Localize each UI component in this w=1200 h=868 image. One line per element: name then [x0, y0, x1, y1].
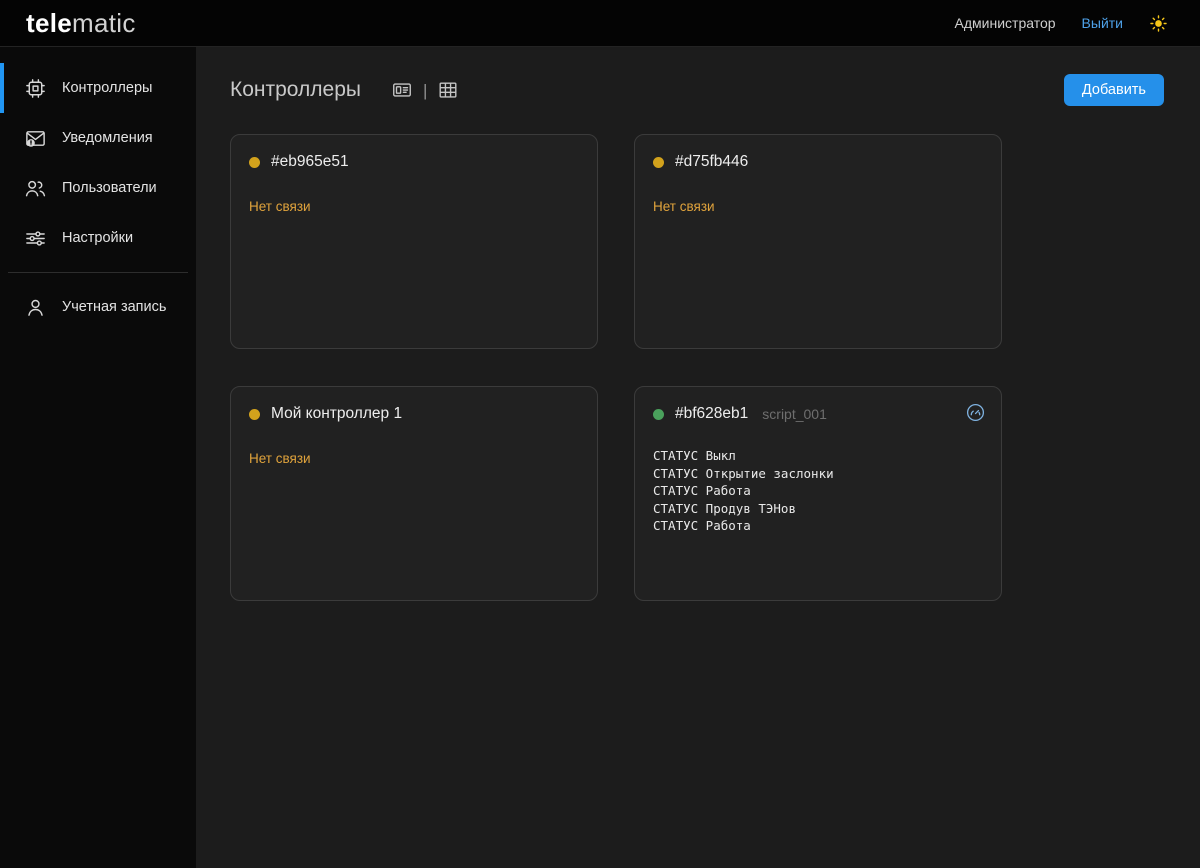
- status-dot: [653, 157, 664, 168]
- page-title: Контроллеры: [230, 78, 361, 102]
- topbar-right: Администратор Выйти: [955, 14, 1200, 33]
- logo-text-bold: tele: [26, 8, 72, 38]
- sidebar-item-users[interactable]: Пользователи: [0, 163, 196, 213]
- theme-toggle-sun-icon[interactable]: [1149, 14, 1168, 33]
- controller-card[interactable]: #eb965e51 Нет связи: [230, 134, 598, 349]
- table-view-icon[interactable]: [437, 79, 459, 101]
- card-header: #eb965e51: [249, 153, 579, 171]
- user-role-label: Администратор: [955, 15, 1056, 31]
- status-line: СТАТУС Работа: [653, 482, 983, 500]
- sidebar-item-label: Уведомления: [62, 130, 153, 146]
- controllers-grid: #eb965e51 Нет связи #d75fb446 Нет связи …: [196, 106, 1200, 601]
- card-header: #bf628eb1 script_001: [653, 405, 983, 423]
- topbar: telematic Администратор Выйти: [0, 0, 1200, 47]
- controller-name: #bf628eb1: [675, 405, 748, 423]
- sliders-icon: [23, 226, 47, 250]
- sidebar-item-label: Настройки: [62, 230, 133, 246]
- main-content: Контроллеры | Добавить: [196, 47, 1200, 868]
- users-icon: [23, 176, 47, 200]
- sidebar-item-notifications[interactable]: Уведомления: [0, 113, 196, 163]
- card-header: Мой контроллер 1: [249, 405, 579, 423]
- controller-card[interactable]: #bf628eb1 script_001 СТАТУС Выкл СТАТУС …: [634, 386, 1002, 601]
- main-header: Контроллеры | Добавить: [196, 47, 1200, 106]
- mail-notification-icon: [23, 126, 47, 150]
- logout-link[interactable]: Выйти: [1082, 15, 1123, 31]
- sidebar: Контроллеры Уведомления: [0, 47, 196, 868]
- sidebar-divider: [8, 272, 188, 273]
- app-window: telematic Администратор Выйти Контролл: [0, 0, 1200, 868]
- add-controller-button[interactable]: Добавить: [1064, 74, 1164, 106]
- app-logo: telematic: [0, 10, 136, 36]
- toggle-separator: |: [423, 82, 427, 99]
- sidebar-item-settings[interactable]: Настройки: [0, 213, 196, 263]
- gauge-icon[interactable]: [965, 402, 986, 423]
- status-line: СТАТУС Работа: [653, 517, 983, 535]
- sidebar-item-label: Контроллеры: [62, 80, 152, 96]
- connection-status: Нет связи: [653, 199, 983, 214]
- person-icon: [23, 295, 47, 319]
- status-log: СТАТУС Выкл СТАТУС Открытие заслонки СТА…: [653, 447, 983, 535]
- status-line: СТАТУС Продув ТЭНов: [653, 500, 983, 518]
- card-view-icon[interactable]: [391, 79, 413, 101]
- status-line: СТАТУС Выкл: [653, 447, 983, 465]
- status-dot: [653, 409, 664, 420]
- controller-script-name: script_001: [762, 406, 827, 422]
- controller-card[interactable]: Мой контроллер 1 Нет связи: [230, 386, 598, 601]
- connection-status: Нет связи: [249, 451, 579, 466]
- status-dot: [249, 409, 260, 420]
- logo-text-light: matic: [72, 8, 136, 38]
- sidebar-item-controllers[interactable]: Контроллеры: [0, 63, 196, 113]
- controller-name: Мой контроллер 1: [271, 405, 402, 423]
- controller-name: #eb965e51: [271, 153, 349, 171]
- controller-name: #d75fb446: [675, 153, 748, 171]
- status-dot: [249, 157, 260, 168]
- sidebar-item-label: Пользователи: [62, 180, 157, 196]
- card-header: #d75fb446: [653, 153, 983, 171]
- status-line: СТАТУС Открытие заслонки: [653, 465, 983, 483]
- controller-card[interactable]: #d75fb446 Нет связи: [634, 134, 1002, 349]
- chip-icon: [23, 76, 47, 100]
- sidebar-item-label: Учетная запись: [62, 299, 166, 315]
- sidebar-item-account[interactable]: Учетная запись: [0, 282, 196, 332]
- connection-status: Нет связи: [249, 199, 579, 214]
- view-toggles: |: [391, 79, 459, 101]
